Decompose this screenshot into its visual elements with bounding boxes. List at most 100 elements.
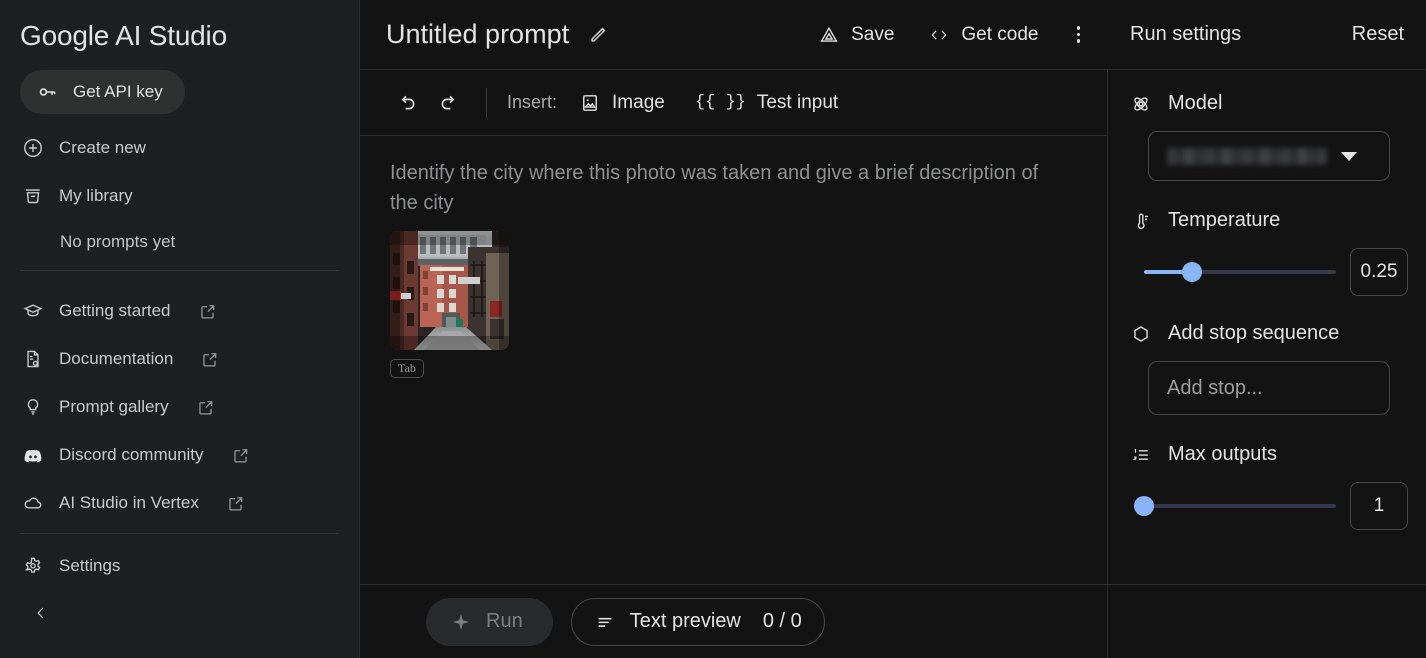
graduation-cap-icon [22,300,44,322]
caret-down-icon [1341,151,1357,161]
image-icon [579,92,601,114]
run-settings-body: Model Temperature 0.25 Add stop sequence… [1108,70,1426,584]
editor-toolbar: Insert: Image {{ }} Test input [360,70,1107,136]
sidebar-item-prompt-gallery[interactable]: Prompt gallery [0,383,359,431]
token-count: 0 / 0 [762,610,802,632]
text-preview-button[interactable]: Text preview 0 / 0 [570,597,825,646]
model-atom-icon [1130,93,1152,115]
max-outputs-value[interactable]: 1 [1350,482,1408,530]
document-search-icon [22,348,44,370]
temperature-slider-row: 0.25 [1130,248,1408,296]
app-root: Google AI Studio Get API key Create new [0,0,1426,658]
external-link-icon [200,350,219,369]
lightbulb-icon [22,396,44,418]
sidebar-item-label: Discord community [59,445,204,464]
plus-circle-icon [22,137,44,159]
chevron-left-icon [30,602,52,624]
run-settings-title: Run settings [1130,23,1242,45]
model-select[interactable] [1148,131,1390,181]
insert-test-input-label: Test input [756,91,839,113]
library-icon [22,185,44,207]
run-settings-panel: Run settings Reset Model Temperature 0.2… [1108,0,1426,658]
temperature-label: Temperature [1168,209,1281,231]
sidebar-item-create-new[interactable]: Create new [0,124,359,172]
sidebar-item-label: My library [59,186,133,205]
prompt-input-area[interactable]: Identify the city where this photo was t… [360,136,1107,584]
kebab-dot [1076,32,1080,37]
app-brand-title: Google AI Studio [20,20,227,51]
get-code-button[interactable]: Get code [928,23,1039,46]
sidebar-item-label: Create new [59,138,146,157]
sidebar-empty-state: No prompts yet [60,232,176,251]
max-outputs-slider-row: 1 [1130,482,1408,530]
key-icon [37,81,59,103]
sidebar-divider-bottom [20,533,339,534]
get-api-key-button[interactable]: Get API key [20,70,185,114]
kebab-dot [1076,26,1080,30]
max-outputs-label: Max outputs [1168,443,1277,465]
external-link-icon [196,398,215,417]
max-outputs-slider-knob[interactable] [1134,496,1154,516]
text-lines-icon [594,611,616,633]
sidebar-item-label: Getting started [59,301,171,320]
sparkle-icon [450,611,472,633]
drive-save-icon [818,24,840,46]
double-braces-icon: {{ }} [694,93,746,112]
stop-sequence-input[interactable]: Add stop... [1148,361,1390,415]
sidebar-item-my-library[interactable]: My library [0,172,359,220]
kebab-dot [1076,39,1080,43]
stop-sequence-placeholder: Add stop... [1167,376,1263,399]
run-label: Run [486,610,523,632]
stop-sequence-label: Add stop sequence [1168,322,1340,344]
toolbar-divider [486,87,487,118]
external-link-icon [226,494,245,513]
run-settings-footer [1108,584,1426,658]
get-code-label: Get code [961,23,1039,45]
insert-test-input-button[interactable]: {{ }} Test input [695,92,838,114]
collapse-sidebar-button[interactable] [0,590,359,636]
model-label: Model [1168,92,1223,114]
sidebar-item-label: AI Studio in Vertex [59,493,199,512]
code-brackets-icon [928,24,950,46]
street-photo-thumbnail[interactable] [390,231,509,350]
sidebar-item-documentation[interactable]: Documentation [0,335,359,383]
sidebar-item-ai-studio-in-vertex[interactable]: AI Studio in Vertex [0,479,359,527]
save-button[interactable]: Save [818,24,894,46]
cloud-icon [22,492,44,514]
save-label: Save [851,23,895,45]
max-outputs-slider[interactable] [1134,496,1336,516]
model-label-row: Model [1130,92,1408,115]
text-preview-label: Text preview [629,610,741,632]
sidebar: Google AI Studio Get API key Create new [0,0,360,658]
sidebar-links-nav: Getting started Documentation Prompt gal… [0,287,359,527]
sidebar-item-discord-community[interactable]: Discord community [0,431,359,479]
sidebar-item-label: Prompt gallery [59,397,169,416]
run-button[interactable]: Run [426,597,553,646]
insert-image-label: Image [612,91,665,113]
prompt-text[interactable]: Identify the city where this photo was t… [390,158,1050,218]
kebab-menu-icon[interactable] [1076,26,1080,43]
pencil-icon[interactable] [587,24,609,46]
redo-icon[interactable] [428,82,470,124]
model-value-redacted [1167,147,1327,165]
temperature-label-row: Temperature [1130,209,1408,232]
gear-icon [22,555,44,577]
thermometer-icon [1130,210,1152,232]
sidebar-item-settings[interactable]: Settings [0,542,359,590]
editor-column: Insert: Image {{ }} Test input Identify … [360,70,1108,658]
undo-icon[interactable] [386,82,428,124]
run-settings-header: Run settings Reset [1108,0,1426,70]
sidebar-item-label: Settings [59,556,121,575]
temperature-slider-knob[interactable] [1182,262,1202,282]
temperature-slider[interactable] [1144,262,1336,282]
sidebar-item-getting-started[interactable]: Getting started [0,287,359,335]
insert-image-button[interactable]: Image [579,92,665,114]
footer-bar: Run Text preview 0 / 0 [360,584,1107,658]
external-link-icon [198,302,217,321]
thumbnail-artwork [390,231,509,350]
reset-button[interactable]: Reset [1352,23,1404,46]
tab-hint-badge: Tab [390,359,424,378]
temperature-value[interactable]: 0.25 [1350,248,1408,296]
max-outputs-label-row: Max outputs [1130,443,1408,466]
page-title: Untitled prompt [386,19,570,49]
